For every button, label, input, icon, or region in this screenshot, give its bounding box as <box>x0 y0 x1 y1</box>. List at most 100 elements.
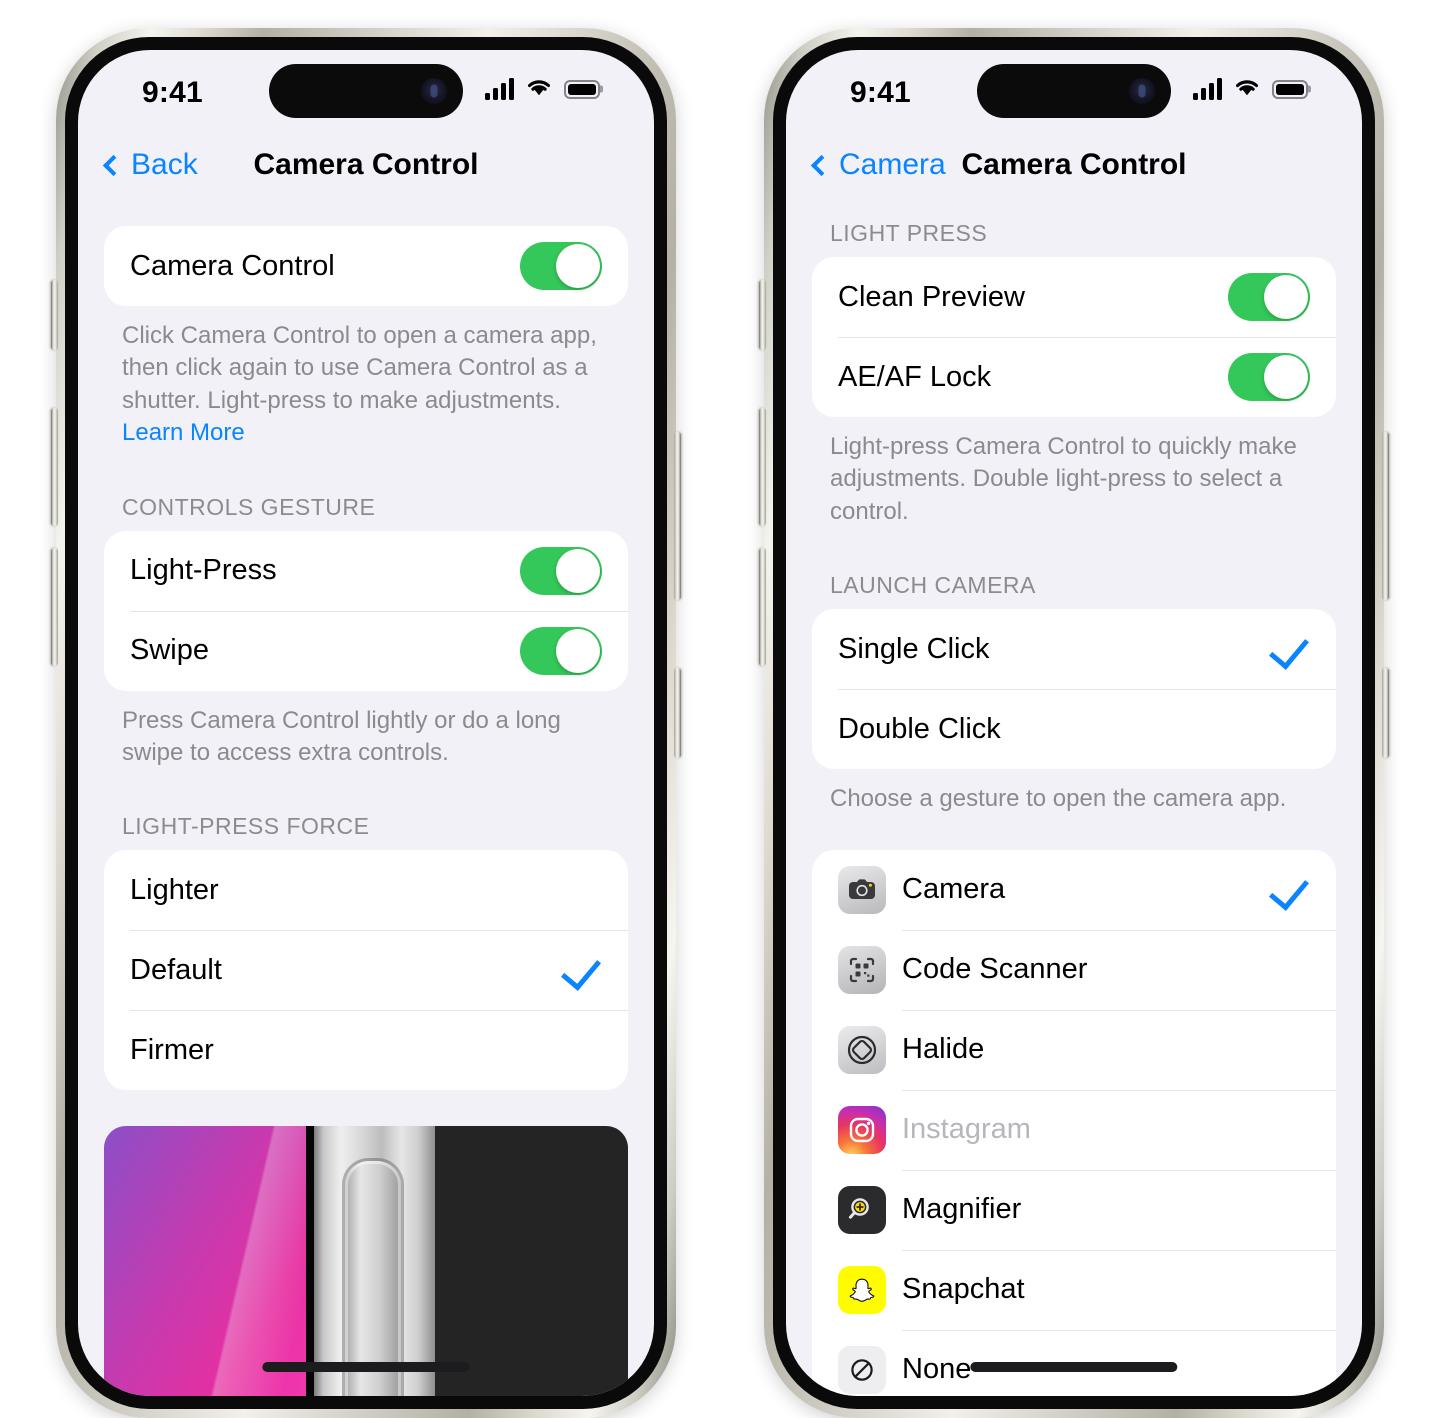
instagram-app-icon <box>838 1105 886 1154</box>
controls-gesture-caption: Press Camera Control lightly or do a lon… <box>122 706 561 766</box>
snapchat-app-icon <box>838 1265 886 1314</box>
toggle-knob <box>1264 355 1308 399</box>
cellular-signal-icon <box>1193 78 1222 100</box>
none-app-icon <box>838 1345 886 1394</box>
home-indicator[interactable] <box>970 1362 1178 1372</box>
row-app-camera[interactable]: Camera <box>812 850 1336 930</box>
battery-icon <box>564 79 600 99</box>
row-label: Swipe <box>130 634 209 667</box>
status-bar-icons <box>1193 76 1308 102</box>
photo-dark-gap <box>305 1126 315 1396</box>
swipe-toggle[interactable] <box>520 626 602 675</box>
row-app-instagram[interactable]: Instagram <box>812 1089 1336 1170</box>
row-label: Snapchat <box>902 1273 1025 1306</box>
row-label: Camera <box>902 873 1006 906</box>
row-label: Halide <box>902 1033 985 1066</box>
row-ae-af-lock[interactable]: AE/AF Lock <box>812 337 1336 417</box>
light-press-card: Clean Preview AE/AF Lock <box>812 257 1336 417</box>
row-firmer[interactable]: Firmer <box>104 1010 628 1090</box>
power-button[interactable] <box>674 432 681 600</box>
row-label: Code Scanner <box>902 953 1088 986</box>
back-button-label: Back <box>131 148 198 181</box>
screen-left: 9:41 Back Camera Control Camera Control … <box>78 50 654 1396</box>
row-app-halide[interactable]: Halide <box>812 1009 1336 1090</box>
volume-up-button[interactable] <box>51 408 58 526</box>
ae-af-lock-toggle[interactable] <box>1228 353 1310 401</box>
row-label: Magnifier <box>902 1193 1022 1226</box>
dynamic-island <box>977 64 1171 118</box>
camera-control-button[interactable] <box>674 668 681 758</box>
row-label: Instagram <box>902 1113 1031 1146</box>
row-label: AE/AF Lock <box>838 360 992 393</box>
light-press-force-card: Lighter Default Firmer <box>104 850 628 1091</box>
home-indicator[interactable] <box>262 1362 470 1372</box>
row-camera-control[interactable]: Camera Control <box>104 226 628 306</box>
wifi-icon <box>1233 76 1261 102</box>
phones-stage: 9:41 Back Camera Control Camera Control … <box>0 0 1440 1418</box>
status-bar-icons <box>485 76 600 102</box>
row-label: Default <box>130 953 222 986</box>
row-app-magnifier[interactable]: Magnifier <box>812 1169 1336 1250</box>
cellular-signal-icon <box>485 78 514 100</box>
toggle-knob <box>556 244 600 288</box>
light-press-toggle[interactable] <box>520 546 602 595</box>
camera-control-caption: Click Camera Control to open a camera ap… <box>78 306 654 450</box>
status-bar: 9:41 <box>78 50 654 126</box>
row-app-snapchat[interactable]: Snapchat <box>812 1249 1336 1330</box>
chevron-left-icon <box>102 154 125 177</box>
dynamic-island <box>269 64 463 118</box>
camera-control-card: Camera Control <box>104 226 628 306</box>
toggle-knob <box>556 548 600 593</box>
photo-black-area <box>434 1126 628 1396</box>
toggle-knob <box>556 628 600 673</box>
action-button[interactable] <box>759 280 766 350</box>
camera-control-toggle[interactable] <box>520 242 602 290</box>
photo-titanium-edge <box>314 1126 435 1396</box>
settings-list-right[interactable]: LIGHT PRESS Clean Preview AE/AF Lock Lig… <box>786 204 1362 1396</box>
camera-control-button-photo <box>104 1126 628 1396</box>
learn-more-link[interactable]: Learn More <box>122 419 245 446</box>
row-label: Camera Control <box>130 249 335 282</box>
camera-control-button[interactable] <box>1382 668 1389 758</box>
back-button-label: Camera <box>839 148 946 181</box>
back-button[interactable]: Back <box>102 148 198 182</box>
row-label: Single Click <box>838 632 990 665</box>
controls-gesture-card: Light-Press Swipe <box>104 530 628 691</box>
action-button[interactable] <box>51 280 58 350</box>
halide-app-icon <box>838 1025 886 1074</box>
wifi-icon <box>525 76 553 102</box>
light-press-caption: Light-press Camera Control to quickly ma… <box>830 433 1297 525</box>
power-button[interactable] <box>1382 432 1389 600</box>
row-swipe[interactable]: Swipe <box>104 610 628 691</box>
volume-down-button[interactable] <box>51 548 58 666</box>
row-default[interactable]: Default <box>104 930 628 1010</box>
back-button[interactable]: Camera <box>810 148 946 182</box>
camera-apps-card: Camera Code Scanner Halide Instagram Mag… <box>812 849 1336 1396</box>
row-lighter[interactable]: Lighter <box>104 850 628 930</box>
settings-list-left[interactable]: Camera Control Click Camera Control to o… <box>78 204 654 1396</box>
clean-preview-toggle[interactable] <box>1228 273 1310 321</box>
section-header-light-press-force: LIGHT-PRESS FORCE <box>122 813 370 840</box>
row-clean-preview[interactable]: Clean Preview <box>812 257 1336 337</box>
front-camera-lens-icon <box>421 78 447 104</box>
row-label: Firmer <box>130 1033 214 1066</box>
row-light-press[interactable]: Light-Press <box>104 531 628 611</box>
nav-bar: Back Camera Control <box>78 126 654 204</box>
photo-camera-control-key <box>345 1160 401 1396</box>
volume-up-button[interactable] <box>759 408 766 526</box>
row-double-click[interactable]: Double Click <box>812 689 1336 769</box>
row-app-code-scanner[interactable]: Code Scanner <box>812 929 1336 1010</box>
launch-camera-caption: Choose a gesture to open the camera app. <box>830 785 1287 813</box>
section-header-light-press: LIGHT PRESS <box>830 220 988 246</box>
photo-pink-gradient <box>104 1126 306 1396</box>
status-bar-time: 9:41 <box>142 76 203 109</box>
chevron-left-icon <box>810 154 833 177</box>
section-header-controls-gesture: CONTROLS GESTURE <box>122 493 376 520</box>
status-bar: 9:41 <box>786 50 1362 126</box>
row-label: Lighter <box>130 873 219 906</box>
volume-down-button[interactable] <box>759 548 766 666</box>
launch-camera-card: Single Click Double Click <box>812 609 1336 770</box>
magnifier-app-icon <box>838 1185 886 1234</box>
iphone-right: 9:41 Camera Camera Control LIGHT PRESS C… <box>759 28 1389 1418</box>
row-single-click[interactable]: Single Click <box>812 609 1336 689</box>
